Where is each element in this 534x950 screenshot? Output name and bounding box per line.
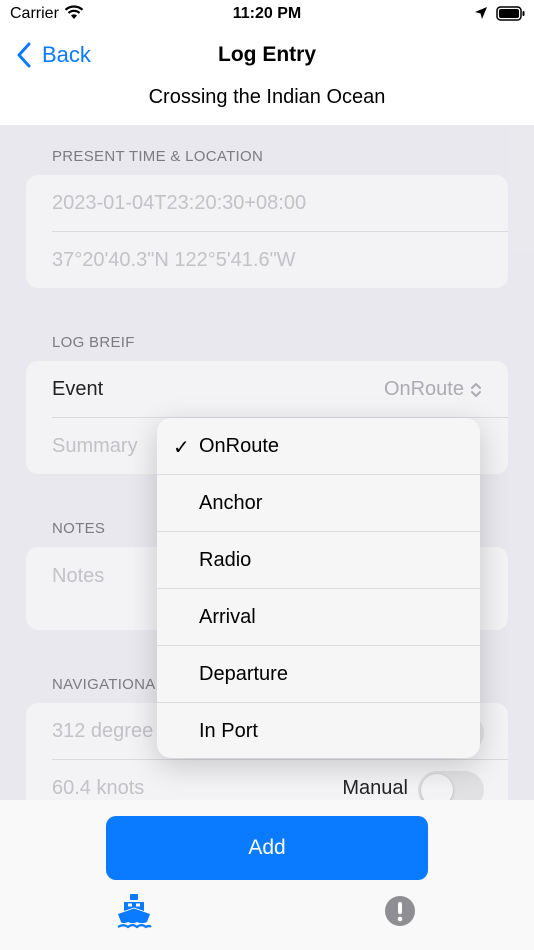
tab-alert-icon[interactable] bbox=[384, 895, 416, 932]
navigation-bar: Back Log Entry Crossing the Indian Ocean bbox=[0, 30, 534, 125]
time-value: 2023-01-04T23:20:30+08:00 bbox=[52, 192, 307, 214]
dropdown-option-arrival[interactable]: Arrival bbox=[157, 589, 480, 646]
present-card: 2023-01-04T23:20:30+08:00 37°20'40.3"N 1… bbox=[26, 175, 508, 288]
option-label: OnRoute bbox=[199, 435, 280, 457]
dropdown-option-onroute[interactable]: ✓ OnRoute bbox=[157, 418, 480, 475]
heading-value: 312 degree bbox=[52, 720, 154, 742]
option-label: In Port bbox=[199, 720, 258, 742]
battery-icon bbox=[496, 6, 526, 27]
location-field[interactable]: 37°20'40.3"N 122°5'41.6"W bbox=[26, 232, 508, 288]
checkmark-icon: ✓ bbox=[173, 437, 190, 459]
page-title: Log Entry bbox=[218, 43, 316, 66]
status-bar: Carrier 11:20 PM bbox=[0, 0, 534, 30]
event-picker-value[interactable]: OnRoute bbox=[384, 378, 482, 401]
section-header-notes: NOTES bbox=[52, 520, 106, 537]
section-header-navigation: NAVIGATIONA bbox=[52, 676, 156, 693]
section-header-present: PRESENT TIME & LOCATION bbox=[52, 148, 264, 165]
section-header-brief: LOG BREIF bbox=[52, 334, 135, 351]
page-subtitle: Crossing the Indian Ocean bbox=[148, 86, 386, 108]
add-button[interactable]: Add bbox=[106, 816, 428, 880]
tab-log-boat-icon[interactable] bbox=[115, 892, 153, 935]
option-label: Departure bbox=[199, 663, 288, 685]
option-label: Radio bbox=[199, 549, 252, 571]
option-label: Arrival bbox=[199, 606, 256, 628]
dropdown-option-radio[interactable]: Radio bbox=[157, 532, 480, 589]
dropdown-option-departure[interactable]: Departure bbox=[157, 646, 480, 703]
notes-placeholder: Notes bbox=[52, 565, 105, 587]
event-value: OnRoute bbox=[383, 378, 464, 400]
speed-value: 60.4 knots bbox=[52, 777, 145, 799]
chevron-up-down-icon bbox=[471, 382, 481, 397]
time-field[interactable]: 2023-01-04T23:20:30+08:00 bbox=[26, 175, 508, 232]
event-picker[interactable]: Event OnRoute bbox=[26, 361, 508, 418]
location-value: 37°20'40.3"N 122°5'41.6"W bbox=[52, 249, 296, 271]
manual-label: Manual bbox=[342, 777, 408, 799]
summary-placeholder: Summary bbox=[52, 435, 138, 457]
option-label: Anchor bbox=[199, 492, 263, 514]
location-arrow-icon bbox=[474, 6, 488, 25]
dropdown-option-anchor[interactable]: Anchor bbox=[157, 475, 480, 532]
dropdown-option-in-port[interactable]: In Port bbox=[157, 703, 480, 758]
event-label: Event bbox=[52, 378, 104, 400]
bottom-bar: Add bbox=[0, 800, 534, 950]
status-time: 11:20 PM bbox=[232, 5, 302, 22]
event-dropdown-menu: ✓ OnRoute Anchor Radio Arrival Departure… bbox=[157, 418, 480, 758]
